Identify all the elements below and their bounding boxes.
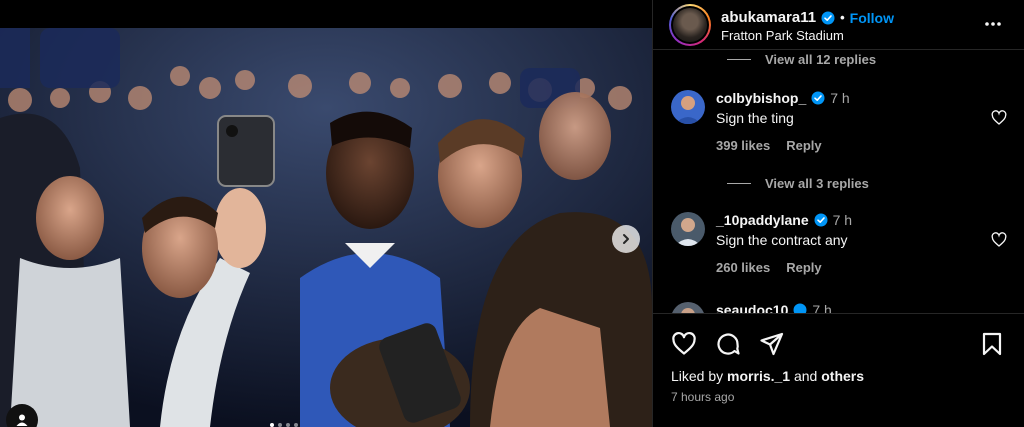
liked-by-others[interactable]: others [821,368,864,384]
reply-button[interactable]: Reply [786,260,821,275]
view-replies-link[interactable]: View all 3 replies [727,176,869,191]
crowd-celebration-image [0,28,652,427]
commenter-username[interactable]: _10paddylane [716,212,809,228]
post-time[interactable]: 7 hours ago [671,390,734,404]
carousel-dot [286,423,290,427]
post-location[interactable]: Fratton Park Stadium [721,28,844,43]
commenter-username[interactable]: colbybishop_ [716,90,806,106]
view-replies-label: View all 12 replies [765,52,877,67]
bookmark-icon[interactable] [979,331,1005,357]
view-replies-link[interactable]: View all 12 replies [727,52,876,67]
author-username-row: abukamara11 • Follow [721,9,894,26]
carousel-dot [278,423,282,427]
comment-time[interactable]: 7 h [833,212,852,228]
follow-button[interactable]: Follow [850,10,894,26]
comment-item: _10paddylane 7 h Sign the contract any 2… [671,212,1021,282]
divider-line [727,183,751,184]
heart-icon[interactable] [991,110,1007,126]
heart-icon[interactable] [671,331,697,357]
comment-meta: 260 likes Reply [716,260,822,275]
verified-icon [814,213,828,227]
commenter-avatar[interactable] [671,90,705,124]
verified-icon [811,91,825,105]
carousel-next-button[interactable] [612,225,640,253]
carousel-dot [294,423,298,427]
comment-text: Sign the ting [716,110,794,126]
liked-by-user[interactable]: morris._1 [727,368,790,384]
comments-list[interactable]: View all 12 replies colbybishop_ 7 h Sig… [653,50,1024,313]
verified-icon [793,303,807,313]
liked-by-and: and [793,368,818,384]
post-photo[interactable] [0,0,652,427]
comment-time[interactable]: 7 h [812,302,831,313]
post-actions: Liked by morris._1 and others 7 hours ag… [653,313,1024,427]
post-details-panel: abukamara11 • Follow Fratton Park Stadiu… [652,0,1024,427]
view-replies-label: View all 3 replies [765,176,869,191]
commenter-avatar[interactable] [671,302,705,313]
reply-button[interactable]: Reply [786,138,821,153]
commenter-row: colbybishop_ 7 h [716,90,850,106]
post-header: abukamara11 • Follow Fratton Park Stadiu… [653,0,1024,50]
user-tag-icon [16,414,28,426]
divider-line [727,59,751,60]
commenter-row: seaudoc10 7 h [716,302,832,313]
comment-item: colbybishop_ 7 h Sign the ting 399 likes… [671,90,1021,160]
carousel-indicator [270,423,298,427]
heart-icon[interactable] [991,232,1007,248]
carousel-dot-active [270,423,274,427]
verified-icon [821,11,835,24]
comment-item: seaudoc10 7 h [671,302,1021,313]
separator-dot: • [840,10,845,25]
share-icon[interactable] [759,331,785,357]
comment-meta: 399 likes Reply [716,138,822,153]
more-icon[interactable] [983,14,1003,34]
commenter-username[interactable]: seaudoc10 [716,302,788,313]
author-username[interactable]: abukamara11 [721,9,816,26]
liked-by-summary: Liked by morris._1 and others [671,368,864,384]
commenter-avatar[interactable] [671,212,705,246]
comment-likes[interactable]: 260 likes [716,260,770,275]
liked-by-prefix: Liked by [671,368,724,384]
commenter-row: _10paddylane 7 h [716,212,852,228]
comment-icon[interactable] [715,331,741,357]
comment-text: Sign the contract any [716,232,848,248]
author-avatar[interactable] [669,4,711,46]
comment-likes[interactable]: 399 likes [716,138,770,153]
chevron-right-icon [623,234,629,244]
comment-time[interactable]: 7 h [830,90,849,106]
